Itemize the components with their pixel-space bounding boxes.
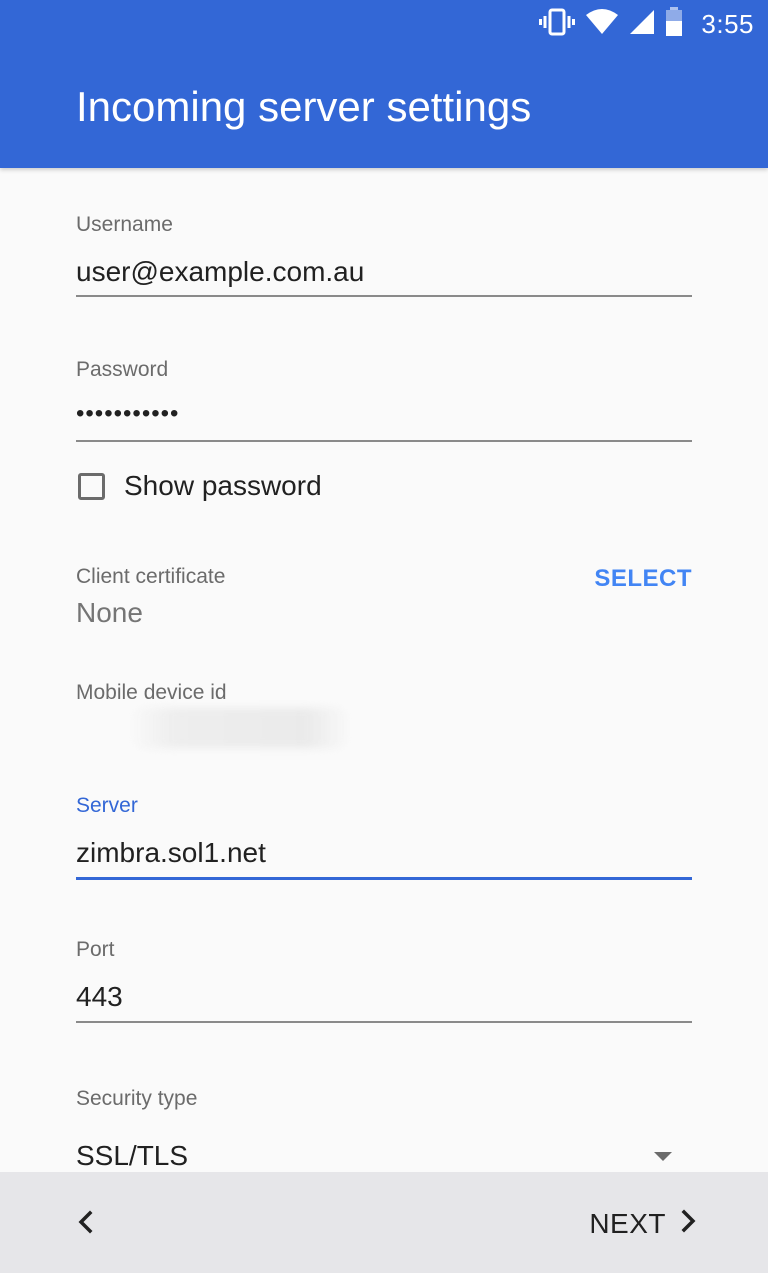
client-certificate-value: None (76, 597, 143, 628)
wifi-icon (585, 8, 619, 40)
page-title: Incoming server settings (76, 83, 532, 130)
password-input[interactable]: ••••••••••• (76, 400, 179, 428)
server-underline (76, 877, 692, 880)
chevron-right-icon (678, 1208, 698, 1240)
port-input[interactable]: 443 (76, 981, 123, 1013)
app-bar: 3:55 Incoming server settings (0, 0, 768, 168)
password-underline (76, 440, 692, 442)
vibrate-icon (539, 8, 576, 41)
dropdown-arrow-icon[interactable] (654, 1152, 672, 1161)
show-password-checkbox[interactable] (78, 473, 105, 500)
status-time: 3:55 (701, 8, 754, 39)
client-certificate-label: Client certificate (76, 565, 226, 588)
status-icons: 3:55 (539, 6, 754, 42)
form-content: Username user@example.com.au Password ••… (0, 168, 768, 1172)
username-input[interactable]: user@example.com.au (76, 256, 364, 288)
select-certificate-button[interactable]: SELECT (594, 565, 692, 593)
username-label: Username (76, 213, 173, 236)
username-underline (76, 295, 692, 297)
port-label: Port (76, 938, 115, 961)
next-label: NEXT (589, 1208, 666, 1239)
password-label: Password (76, 358, 169, 381)
next-button[interactable]: NEXT (589, 1202, 698, 1246)
mobile-device-id-value (130, 708, 350, 748)
bottom-bar: NEXT (0, 1172, 768, 1273)
mobile-device-id-label: Mobile device id (76, 681, 227, 704)
status-bar: 3:55 (0, 0, 768, 48)
battery-icon (665, 6, 683, 42)
show-password-label[interactable]: Show password (124, 470, 322, 502)
server-input[interactable]: zimbra.sol1.net (76, 837, 266, 869)
security-type-select[interactable]: SSL/TLS (76, 1140, 188, 1172)
port-underline (76, 1021, 692, 1023)
security-type-label: Security type (76, 1087, 198, 1110)
back-button[interactable] (64, 1202, 108, 1246)
server-label: Server (76, 794, 138, 817)
chevron-left-icon (76, 1210, 96, 1239)
cell-signal-icon (629, 9, 655, 40)
